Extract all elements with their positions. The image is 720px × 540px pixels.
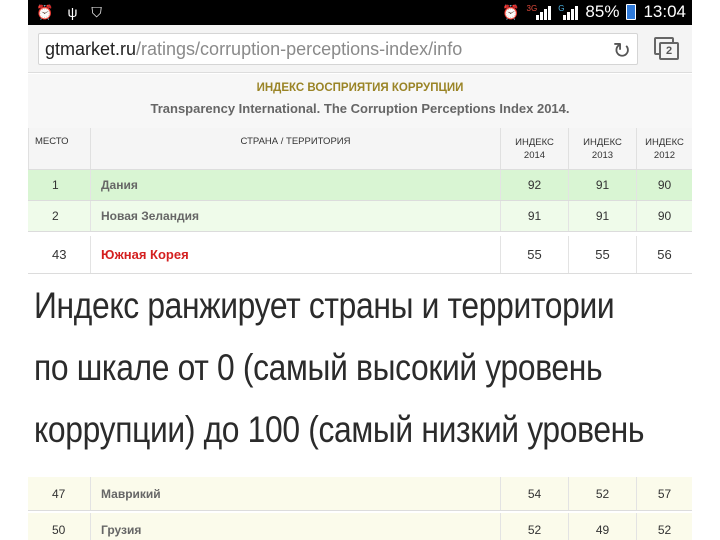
alarm-clock-icon: ⏰ (502, 4, 520, 20)
header-year: 2014 (523, 150, 546, 161)
browser-screen: ⏰ ψ ⛉ ⏰ 3G G 85% 13:04 gtmarket.ru/ratin… (28, 0, 692, 540)
url-domain: gtmarket.ru (45, 39, 137, 59)
signal-icon-2: G (558, 4, 579, 20)
country-cell[interactable]: Новая Зеландия (90, 201, 500, 231)
notification-icons: ⏰ ψ ⛉ (36, 3, 102, 21)
table-row-highlighted: 43 Южная Корея 55 55 56 (28, 236, 692, 274)
index-2014-cell: 54 (500, 477, 568, 510)
url-path: /ratings/corruption-perceptions-index/in… (136, 39, 463, 59)
status-bar: ⏰ ψ ⛉ ⏰ 3G G 85% 13:04 (28, 0, 692, 25)
usb-icon: ψ (67, 4, 78, 20)
index-2013-cell: 91 (568, 201, 636, 231)
index-2012-cell: 52 (636, 513, 692, 540)
reload-icon[interactable]: ↻ (613, 36, 631, 64)
page-subtitle: Transparency International. The Corrupti… (150, 101, 570, 116)
header-index-label: ИНДЕКС (515, 137, 554, 148)
index-2012-cell: 57 (636, 477, 692, 510)
index-2014-cell: 91 (500, 201, 568, 231)
rank-cell: 50 (52, 523, 66, 537)
header-index-2012: ИНДЕКС 2012 (636, 128, 692, 169)
header-index-label: ИНДЕКС (645, 137, 684, 148)
country-cell[interactable]: Южная Корея (90, 236, 500, 273)
table-row: 1 Дания 92 91 90 (28, 170, 692, 201)
address-bar[interactable]: gtmarket.ru/ratings/corruption-perceptio… (38, 33, 638, 65)
tab-count: 2 (659, 42, 679, 60)
header-index-label: ИНДЕКС (583, 137, 622, 148)
network-type-label: 3G (526, 4, 538, 13)
header-rank: МЕСТО (28, 128, 90, 169)
clock: 13:04 (643, 2, 686, 21)
network-type-label-2: G (558, 4, 565, 13)
caption-line-2: по шкале от 0 (самый высокий уровень (34, 347, 603, 388)
index-2014-cell: 55 (500, 236, 568, 273)
caption-line-3: коррупции) до 100 (самый низкий уровень (34, 409, 645, 450)
index-2012-cell: 90 (636, 170, 692, 200)
rank-cell: 1 (52, 178, 59, 192)
index-2013-cell: 55 (568, 236, 636, 273)
caption-overlay: Индекс ранжирует страны и территории по … (28, 275, 692, 473)
battery-percent: 85% (585, 2, 620, 21)
caption-line-1: Индекс ранжирует страны и территории (34, 285, 615, 326)
header-year: 2012 (653, 150, 676, 161)
index-2012-cell: 56 (636, 236, 692, 273)
signal-icon: 3G (527, 4, 552, 20)
index-2012-cell: 90 (636, 201, 692, 231)
index-2013-cell: 49 (568, 513, 636, 540)
page-header: ИНДЕКС ВОСПРИЯТИЯ КОРРУПЦИИ Transparency… (28, 74, 692, 128)
country-cell[interactable]: Грузия (90, 513, 500, 540)
index-2014-cell: 52 (500, 513, 568, 540)
rank-cell: 2 (52, 209, 59, 223)
shield-icon: ⛉ (91, 4, 102, 20)
system-icons: ⏰ 3G G 85% 13:04 (502, 2, 686, 22)
battery-icon (626, 4, 637, 20)
alarm-icon: ⏰ (36, 4, 54, 20)
table-header: МЕСТО СТРАНА / ТЕРРИТОРИЯ ИНДЕКС 2014 ИН… (28, 128, 692, 170)
header-index-2013: ИНДЕКС 2013 (568, 128, 636, 169)
header-year: 2013 (591, 150, 614, 161)
page-title: ИНДЕКС ВОСПРИЯТИЯ КОРРУПЦИИ (256, 82, 464, 94)
browser-toolbar: gtmarket.ru/ratings/corruption-perceptio… (28, 25, 692, 73)
rank-cell: 47 (52, 487, 66, 501)
index-2014-cell: 92 (500, 170, 568, 200)
header-country: СТРАНА / ТЕРРИТОРИЯ (90, 128, 500, 169)
tabs-button[interactable]: 2 (654, 37, 680, 61)
table-row: 50 Грузия 52 49 52 (28, 513, 692, 540)
table-row: 2 Новая Зеландия 91 91 90 (28, 201, 692, 232)
header-index-2014: ИНДЕКС 2014 (500, 128, 568, 169)
index-2013-cell: 91 (568, 170, 636, 200)
rank-cell: 43 (52, 247, 67, 262)
table-row: 47 Маврикий 54 52 57 (28, 477, 692, 511)
country-cell[interactable]: Маврикий (90, 477, 500, 510)
index-2013-cell: 52 (568, 477, 636, 510)
country-cell[interactable]: Дания (90, 170, 500, 200)
